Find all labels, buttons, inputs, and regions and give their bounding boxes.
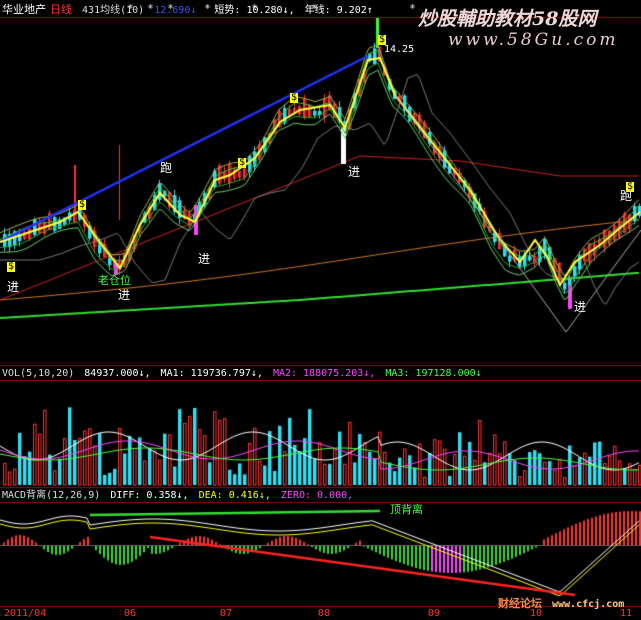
entry-marker-2: 进 xyxy=(118,288,131,302)
x-axis-label: 08 xyxy=(318,608,331,619)
stock-name[interactable]: 华业地产 xyxy=(2,3,46,16)
signal-marker: $ xyxy=(378,34,387,45)
signal-marker: $ xyxy=(7,261,16,272)
short-trend-value: 短势: 10.280↓, xyxy=(214,5,295,16)
footer-site-url: www.cfcj.com xyxy=(552,599,625,610)
ma-value: 12.690↓ xyxy=(154,5,197,16)
entry-marker-4: 进 xyxy=(348,165,361,179)
top-divergence-label: 顶背离 xyxy=(390,503,423,516)
x-axis-label: 09 xyxy=(428,608,441,619)
main-chart-header: 华业地产 日线 431均线(10) 12.690↓ 短势: 10.280↓, 年线… xyxy=(2,3,377,17)
old-position-label: 老仓位 xyxy=(98,274,131,287)
kline-chart-canvas[interactable] xyxy=(0,0,641,620)
signal-marker: $ xyxy=(238,157,247,168)
period-label[interactable]: 日线 xyxy=(50,3,72,16)
macd-diff: DIFF: 0.358↓, xyxy=(110,490,189,501)
x-axis-label: 2011/04 xyxy=(4,608,47,619)
entry-marker-5: 进 xyxy=(574,300,587,314)
macd-header: MACD背离(12,26,9) DIFF: 0.358↓, DEA: 0.416… xyxy=(2,489,357,503)
vol-ma2: MA2: 188075.203↓, xyxy=(272,368,376,379)
signal-marker: $ xyxy=(290,92,299,103)
peak-price-label: 14.25 xyxy=(384,44,415,55)
ma-label: 431均线(10) xyxy=(82,5,145,16)
macd-label: MACD背离(12,26,9) xyxy=(2,490,101,501)
x-axis-label: 06 xyxy=(124,608,137,619)
watermark-title: 炒股輔助教材58股网 xyxy=(418,8,597,30)
watermark-url: www.58Gu.com xyxy=(448,30,619,50)
vol-ma3: MA3: 197128.000↓ xyxy=(385,368,482,379)
vol-label: VOL(5,10,20) xyxy=(2,368,75,379)
entry-marker-1: 进 xyxy=(7,280,20,294)
vol-ma1: MA1: 119736.797↓, xyxy=(160,368,263,379)
vol-value: 84937.000↓, xyxy=(84,368,151,379)
signal-marker: $ xyxy=(78,199,87,210)
macd-zero: ZERO: 0.000, xyxy=(280,490,354,501)
x-axis-label: 07 xyxy=(220,608,233,619)
volume-header: VOL(5,10,20) 84937.000↓, MA1: 119736.797… xyxy=(2,367,486,381)
exit-marker-1: 跑 xyxy=(160,161,173,175)
footer-forum-label: 财经论坛 xyxy=(498,597,542,610)
year-line-value: 年线: 9.202↑ xyxy=(304,5,373,16)
signal-marker: $ xyxy=(626,181,635,192)
entry-marker-3: 进 xyxy=(198,252,211,266)
macd-dea: DEA: 0.416↓, xyxy=(198,490,271,501)
